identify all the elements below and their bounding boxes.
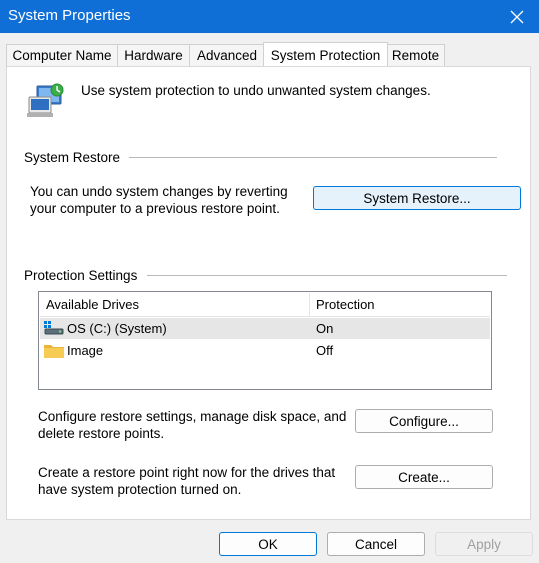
close-icon [510, 10, 524, 23]
drive-protection: On [316, 321, 334, 336]
drive-row-os[interactable]: OS (C:) (System) On [40, 318, 490, 339]
system-protection-icon [27, 83, 64, 117]
create-description: Create a restore point right now for the… [38, 464, 335, 498]
drives-list[interactable]: Available Drives Protection OS (C:) (Sys… [38, 291, 492, 390]
protection-settings-group-label: Protection Settings [24, 268, 146, 283]
create-button[interactable]: Create... [355, 465, 493, 489]
column-divider [309, 293, 310, 316]
tab-remote[interactable]: Remote [386, 44, 445, 66]
system-drive-icon [44, 321, 64, 335]
apply-button[interactable]: Apply [435, 532, 533, 556]
system-restore-description-line1: You can undo system changes by reverting [30, 184, 288, 199]
tab-system-protection[interactable]: System Protection [263, 42, 388, 66]
system-restore-divider [129, 157, 497, 158]
drives-list-header: Available Drives Protection [40, 293, 490, 317]
ok-button[interactable]: OK [219, 532, 317, 556]
protection-settings-divider [147, 275, 507, 276]
folder-icon [44, 345, 64, 358]
create-description-line1: Create a restore point right now for the… [38, 465, 336, 480]
cancel-button[interactable]: Cancel [327, 532, 425, 556]
tab-hardware[interactable]: Hardware [117, 44, 190, 66]
close-button[interactable] [495, 0, 539, 33]
drive-name: Image [67, 343, 104, 358]
tab-panel: Use system protection to undo unwanted s… [6, 66, 531, 520]
create-description-line2: have system protection turned on. [38, 482, 242, 497]
column-available-drives[interactable]: Available Drives [46, 297, 139, 312]
column-protection[interactable]: Protection [316, 297, 375, 312]
configure-description-line2: delete restore points. [38, 426, 165, 441]
intro-text: Use system protection to undo unwanted s… [81, 83, 431, 98]
window-title: System Properties [8, 7, 131, 24]
configure-description: Configure restore settings, manage disk … [38, 408, 346, 442]
configure-button[interactable]: Configure... [355, 409, 493, 433]
configure-description-line1: Configure restore settings, manage disk … [38, 409, 347, 424]
drive-name: OS (C:) (System) [67, 321, 167, 336]
system-restore-description: You can undo system changes by reverting… [30, 183, 288, 217]
tab-computer-name[interactable]: Computer Name [6, 44, 118, 66]
system-restore-group-label: System Restore [24, 150, 129, 165]
drive-row-image[interactable]: Image Off [40, 340, 490, 361]
title-bar: System Properties [0, 0, 539, 33]
drive-protection: Off [316, 343, 334, 358]
system-restore-button[interactable]: System Restore... [313, 186, 521, 210]
tab-advanced[interactable]: Advanced [189, 44, 265, 66]
system-restore-description-line2: your computer to a previous restore poin… [30, 201, 280, 216]
